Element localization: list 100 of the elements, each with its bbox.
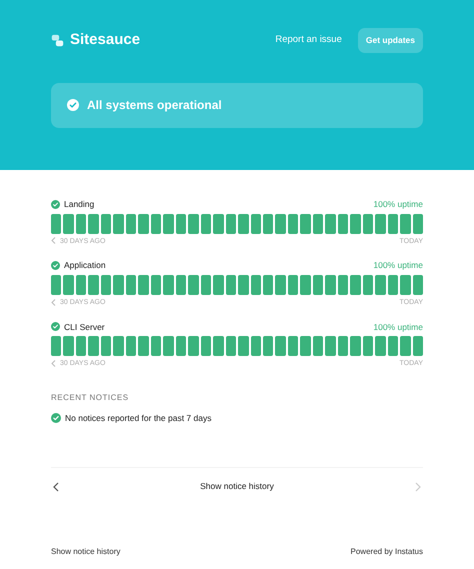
uptime-bar[interactable] xyxy=(100,336,112,356)
uptime-bar[interactable] xyxy=(138,214,149,234)
uptime-bar[interactable] xyxy=(262,275,274,295)
uptime-bar[interactable] xyxy=(76,275,86,295)
uptime-bar[interactable] xyxy=(350,214,361,234)
uptime-bar[interactable] xyxy=(163,336,174,356)
uptime-label: 100% uptime xyxy=(373,259,423,272)
uptime-bar[interactable] xyxy=(312,336,324,356)
uptime-bar[interactable] xyxy=(126,214,136,234)
uptime-bar[interactable] xyxy=(312,275,324,295)
chevron-right-icon xyxy=(414,482,421,492)
uptime-bar[interactable] xyxy=(388,336,398,356)
uptime-bar[interactable] xyxy=(262,214,274,234)
uptime-bar[interactable] xyxy=(412,275,424,295)
uptime-bar[interactable] xyxy=(238,336,248,356)
uptime-bar[interactable] xyxy=(412,214,424,234)
uptime-bar[interactable] xyxy=(262,336,274,356)
check-icon xyxy=(51,200,60,209)
uptime-bar[interactable] xyxy=(51,275,62,295)
uptime-bar[interactable] xyxy=(88,214,99,234)
uptime-bar[interactable] xyxy=(400,214,411,234)
chevron-left-icon xyxy=(53,482,59,492)
uptime-bar[interactable] xyxy=(288,336,298,356)
uptime-bar[interactable] xyxy=(63,336,74,356)
uptime-bar[interactable] xyxy=(338,214,348,234)
uptime-bar[interactable] xyxy=(113,214,124,234)
uptime-bar[interactable] xyxy=(250,336,261,356)
uptime-bar[interactable] xyxy=(362,214,374,234)
check-icon xyxy=(51,322,60,332)
uptime-bar[interactable] xyxy=(188,214,199,234)
uptime-bar[interactable] xyxy=(76,336,86,356)
uptime-bar[interactable] xyxy=(400,336,411,356)
chevron-icon xyxy=(51,298,56,306)
uptime-bar[interactable] xyxy=(325,214,336,234)
notice-message: No notices reported for the past 7 days xyxy=(65,412,212,424)
uptime-bar[interactable] xyxy=(300,214,311,234)
service-name: CLI Server xyxy=(64,320,105,334)
uptime-bar[interactable] xyxy=(100,275,112,295)
uptime-bar[interactable] xyxy=(288,214,298,234)
uptime-bar[interactable] xyxy=(213,214,224,234)
uptime-bar[interactable] xyxy=(288,275,298,295)
check-icon xyxy=(51,261,60,270)
uptime-bar[interactable] xyxy=(226,336,236,356)
uptime-bar[interactable] xyxy=(362,275,374,295)
uptime-label: 100% uptime xyxy=(373,198,423,211)
notice-history-link[interactable]: Show notice history xyxy=(51,546,120,558)
uptime-bar[interactable] xyxy=(150,275,162,295)
uptime-bar[interactable] xyxy=(100,214,112,234)
uptime-bar[interactable] xyxy=(138,336,149,356)
uptime-bar[interactable] xyxy=(113,336,124,356)
service-name: Application xyxy=(64,259,106,272)
uptime-bar[interactable] xyxy=(412,336,424,356)
chevron-icon xyxy=(51,237,56,244)
uptime-bar[interactable] xyxy=(238,214,248,234)
uptime-bar[interactable] xyxy=(163,214,174,234)
brand-name: Sitesauce xyxy=(70,30,140,50)
uptime-bar[interactable] xyxy=(375,214,386,234)
notice-history-link[interactable]: Show notice history xyxy=(200,480,274,493)
uptime-bar[interactable] xyxy=(388,214,398,234)
uptime-bar[interactable] xyxy=(338,336,348,356)
section-heading: RECENT NOTICES xyxy=(51,392,130,404)
uptime-bar[interactable] xyxy=(51,214,62,234)
uptime-bar[interactable] xyxy=(375,336,386,356)
uptime-bar[interactable] xyxy=(63,214,74,234)
uptime-bar[interactable] xyxy=(200,336,212,356)
uptime-bar[interactable] xyxy=(226,214,236,234)
powered-by-link[interactable]: Powered by Instatus xyxy=(350,546,423,558)
uptime-bar[interactable] xyxy=(275,336,286,356)
check-icon xyxy=(67,99,79,112)
uptime-bar[interactable] xyxy=(176,214,186,234)
status-text: All systems operational xyxy=(87,97,222,114)
uptime-bar[interactable] xyxy=(275,214,286,234)
uptime-bar[interactable] xyxy=(200,275,212,295)
service-name: Landing xyxy=(64,198,94,211)
uptime-bar[interactable] xyxy=(250,214,261,234)
uptime-bar[interactable] xyxy=(150,336,162,356)
uptime-bar[interactable] xyxy=(126,336,136,356)
uptime-bar[interactable] xyxy=(176,275,186,295)
uptime-bar[interactable] xyxy=(250,275,261,295)
uptime-bar[interactable] xyxy=(76,214,86,234)
uptime-bar[interactable] xyxy=(350,336,361,356)
uptime-bar[interactable] xyxy=(362,336,374,356)
uptime-bar[interactable] xyxy=(176,336,186,356)
uptime-bar[interactable] xyxy=(338,275,348,295)
chevron-icon xyxy=(51,360,56,367)
uptime-bar[interactable] xyxy=(88,336,99,356)
uptime-bar[interactable] xyxy=(51,336,62,356)
uptime-bar[interactable] xyxy=(200,214,212,234)
uptime-bar[interactable] xyxy=(388,275,398,295)
uptime-bar[interactable] xyxy=(213,336,224,356)
uptime-bar[interactable] xyxy=(300,336,311,356)
uptime-bar[interactable] xyxy=(126,275,136,295)
uptime-bar[interactable] xyxy=(226,275,236,295)
uptime-bar[interactable] xyxy=(312,214,324,234)
uptime-label: 100% uptime xyxy=(373,320,423,334)
uptime-bar[interactable] xyxy=(325,336,336,356)
logo-icon xyxy=(51,34,64,47)
check-icon xyxy=(51,413,61,424)
uptime-bar[interactable] xyxy=(150,214,162,234)
uptime-bar[interactable] xyxy=(188,336,199,356)
